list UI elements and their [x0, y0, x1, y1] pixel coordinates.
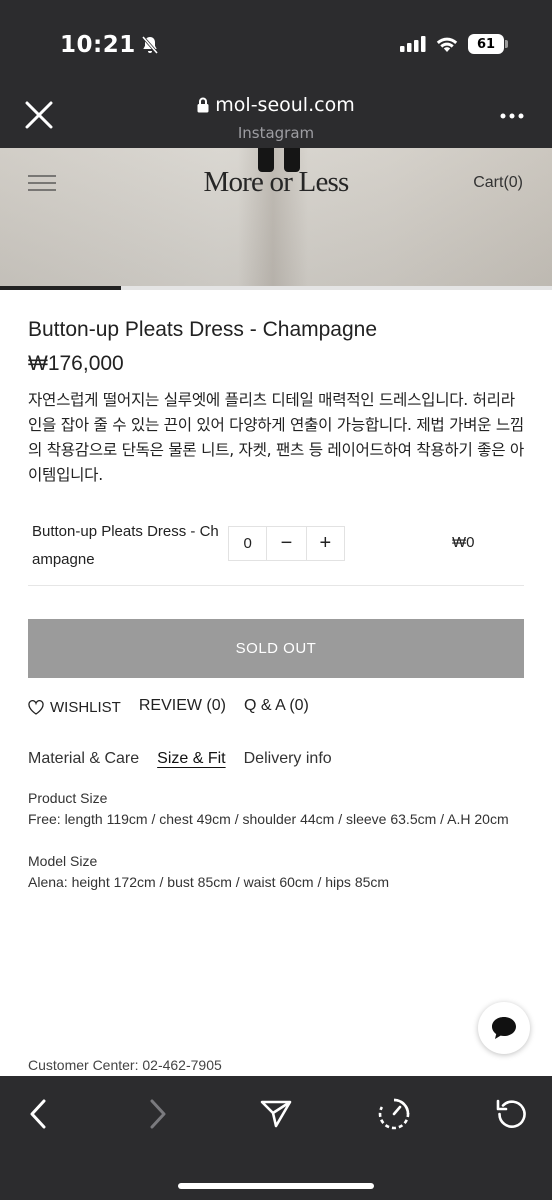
status-indicators: 61	[400, 34, 508, 54]
model-size-block: Model Size Alena: height 172cm / bust 85…	[28, 851, 524, 893]
wishlist-button[interactable]: WISHLIST	[28, 699, 121, 716]
home-indicator[interactable]	[178, 1183, 374, 1189]
product-info: Button-up Pleats Dress - Champagne ₩176,…	[28, 318, 524, 488]
share-button[interactable]	[258, 1096, 294, 1132]
selected-option-row: Button-up Pleats Dress - Champagne 0 − +…	[28, 516, 524, 586]
review-link[interactable]: REVIEW (0)	[139, 697, 226, 715]
model-size-title: Model Size	[28, 853, 98, 869]
tab-size-fit[interactable]: Size & Fit	[157, 750, 225, 768]
source-app-label: Instagram	[237, 124, 315, 142]
battery-icon: 61	[468, 34, 508, 54]
product-size-text: Free: length 119cm / chest 49cm / should…	[28, 811, 509, 827]
quantity-stepper: 0 − +	[228, 526, 345, 561]
chevron-right-icon	[150, 1099, 166, 1129]
sold-out-button[interactable]: SOLD OUT	[28, 619, 524, 678]
back-button[interactable]	[20, 1096, 56, 1132]
wifi-icon	[436, 37, 458, 52]
battery-level: 61	[476, 36, 496, 52]
tab-material-care[interactable]: Material & Care	[28, 750, 139, 768]
browser-toolbar	[0, 1076, 552, 1200]
option-name: Button-up Pleats Dress - Champagne	[32, 523, 219, 568]
url-text: mol-seoul.com	[215, 94, 355, 116]
quantity-plus-button[interactable]: +	[305, 527, 344, 560]
chat-bubble-icon	[492, 1017, 516, 1039]
tab-delivery-info[interactable]: Delivery info	[244, 750, 332, 768]
status-bar: 10:21 61	[0, 0, 552, 88]
wishlist-label: WISHLIST	[50, 699, 121, 716]
qa-link[interactable]: Q & A (0)	[244, 697, 309, 715]
size-fit-content: Product Size Free: length 119cm / chest …	[28, 788, 524, 893]
lock-icon	[197, 97, 209, 113]
gallery-progress-bar	[0, 286, 552, 290]
reload-button[interactable]	[494, 1096, 530, 1132]
detail-tabs: Material & Care Size & Fit Delivery info	[28, 750, 332, 768]
gauge-icon	[378, 1098, 410, 1130]
url-display: mol-seoul.com	[197, 94, 355, 116]
cellular-signal-icon	[400, 36, 426, 52]
status-time: 10:21	[60, 32, 160, 58]
option-price: ₩0	[452, 534, 475, 551]
product-name: Button-up Pleats Dress - Champagne	[28, 318, 378, 341]
chat-button[interactable]	[478, 1002, 530, 1054]
product-description: 자연스럽게 떨어지는 실루엣에 플리츠 디테일 매력적인 드레스입니다. 허리라…	[28, 391, 524, 484]
product-size-title: Product Size	[28, 790, 108, 806]
product-price: ₩176,000	[28, 352, 124, 375]
browser-bar: mol-seoul.com Instagram	[0, 88, 552, 148]
model-size-text: Alena: height 172cm / bust 85cm / waist …	[28, 874, 390, 890]
hero-image: More or Less Cart(0)	[0, 148, 552, 288]
speed-button[interactable]	[376, 1096, 412, 1132]
address-area[interactable]: mol-seoul.com Instagram	[0, 94, 552, 142]
quantity-value[interactable]: 0	[229, 527, 268, 560]
clock: 10:21	[60, 32, 136, 58]
product-size-block: Product Size Free: length 119cm / chest …	[28, 788, 524, 830]
refresh-icon	[496, 1099, 526, 1128]
brand-logo[interactable]: More or Less	[0, 166, 552, 199]
chevron-left-icon	[30, 1099, 46, 1129]
customer-center: Customer Center: 02-462-7905	[28, 1057, 222, 1073]
product-actions: WISHLIST REVIEW (0) Q & A (0)	[28, 695, 309, 716]
send-icon	[260, 1100, 292, 1128]
more-options-icon[interactable]	[500, 112, 524, 120]
heart-icon	[28, 700, 44, 715]
gallery-progress-fill	[0, 286, 122, 290]
cart-link[interactable]: Cart(0)	[473, 174, 523, 192]
quantity-minus-button[interactable]: −	[267, 527, 305, 560]
forward-button[interactable]	[140, 1096, 176, 1132]
silent-bell-icon	[141, 36, 158, 54]
